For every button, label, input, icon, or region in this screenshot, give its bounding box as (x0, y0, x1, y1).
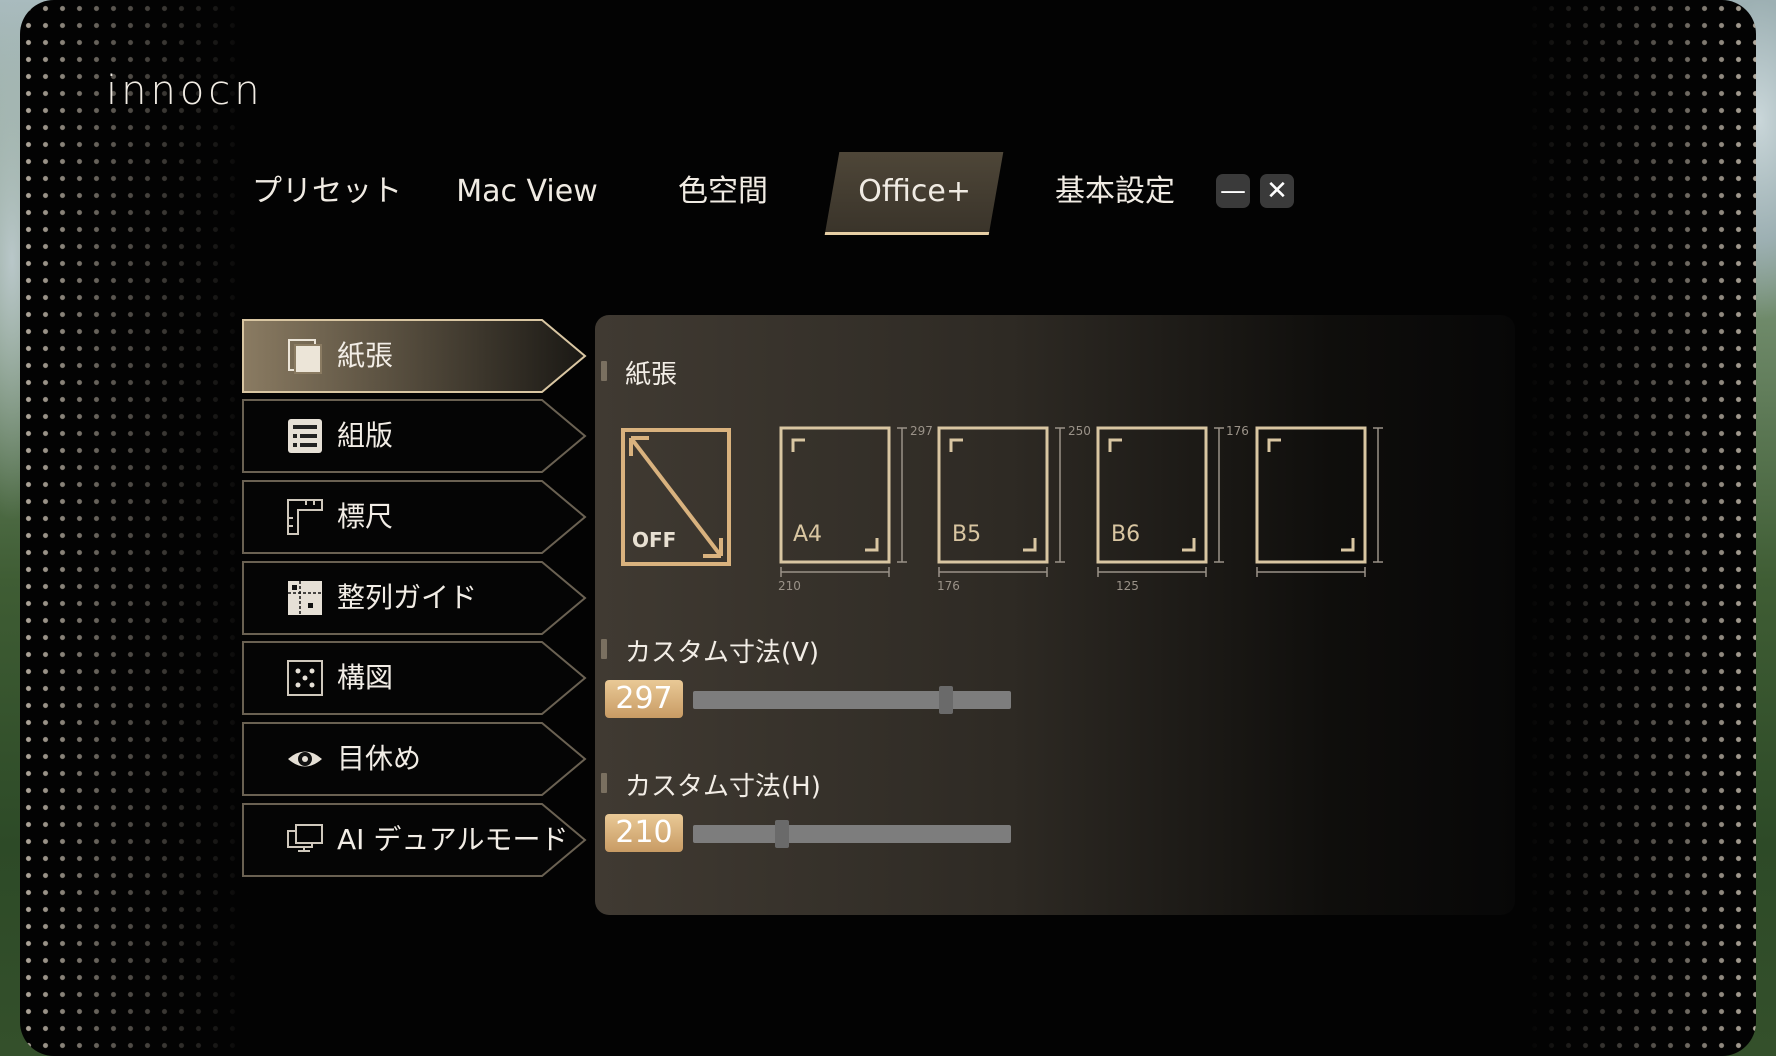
section-title-paper: 紙張 (600, 354, 677, 391)
paper-a4-height: 297 (910, 424, 933, 438)
sidebar-item-ai-dual-mode[interactable]: AI デュアルモード (242, 803, 587, 877)
sidebar-item-label: 標尺 (337, 500, 394, 533)
paper-a4-option[interactable] (777, 424, 917, 584)
brand-logo: innocn (106, 68, 264, 114)
sidebar-item-ruler[interactable]: 標尺 (242, 480, 587, 554)
tab-basic-settings[interactable]: 基本設定 (1050, 152, 1180, 232)
sidebar-item-label: AI デュアルモード (337, 823, 569, 856)
sidebar-item-label: 構図 (337, 661, 394, 694)
sidebar-item-label: 組版 (337, 419, 394, 452)
paper-b6-label: B6 (1111, 522, 1141, 547)
custom-size-v-label: カスタム寸法(V) (600, 632, 819, 669)
paper-b5-label: B5 (952, 522, 982, 547)
sidebar-item-paper[interactable]: 紙張 (242, 319, 587, 393)
sidebar-item-label: 整列ガイド (337, 581, 478, 614)
dot-pattern-left (20, 0, 250, 1056)
custom-size-v-slider[interactable] (693, 686, 1011, 714)
tab-mac-view[interactable]: Mac View (452, 152, 602, 232)
paper-off-label: OFF (632, 528, 677, 552)
sidebar-item-align-guide[interactable]: 整列ガイド (242, 561, 587, 635)
custom-size-v-value[interactable]: 297 (605, 680, 683, 718)
paper-b5-width: 176 (937, 579, 960, 593)
dual-monitor-icon (287, 824, 323, 852)
ruler-icon (287, 499, 323, 535)
paper-custom-option[interactable] (1253, 424, 1393, 584)
sidebar-item-label: 紙張 (337, 339, 394, 372)
paper-b6-option[interactable] (1094, 424, 1234, 584)
app-window: innocn プリセット Mac View 色空間 Office+ 基本設定 —… (20, 0, 1756, 1056)
tab-presets[interactable]: プリセット (252, 152, 402, 232)
eye-icon (288, 751, 322, 767)
dot-pattern-right (1526, 0, 1756, 1056)
paper-b5-height: 250 (1068, 424, 1091, 438)
custom-size-h-slider[interactable] (693, 820, 1011, 848)
paper-a4-width: 210 (778, 579, 801, 593)
tab-color-space[interactable]: 色空間 (658, 152, 788, 232)
paper-b6-width: 125 (1116, 579, 1139, 593)
layout-grid-icon (288, 419, 322, 453)
paper-b5-option[interactable] (935, 424, 1075, 584)
tab-office-plus[interactable]: Office+ (824, 152, 1004, 235)
custom-size-h-label: カスタム寸法(H) (601, 766, 821, 803)
composition-icon (287, 660, 323, 696)
sidebar-item-layout[interactable]: 組版 (242, 399, 587, 473)
custom-size-v-slider-thumb[interactable] (939, 686, 953, 714)
paper-a4-label: A4 (793, 522, 823, 547)
minimize-icon[interactable]: — (1216, 174, 1250, 208)
paper-b6-height: 176 (1226, 424, 1249, 438)
custom-size-h-slider-thumb[interactable] (775, 820, 789, 848)
sidebar-item-eye-rest[interactable]: 目休め (242, 722, 587, 796)
align-guide-icon (288, 581, 322, 615)
paper-stack-icon (288, 339, 322, 374)
sidebar-item-label: 目休め (337, 742, 422, 775)
custom-size-h-value[interactable]: 210 (605, 814, 683, 852)
close-icon[interactable]: ✕ (1260, 174, 1294, 208)
sidebar-item-composition[interactable]: 構図 (242, 641, 587, 715)
